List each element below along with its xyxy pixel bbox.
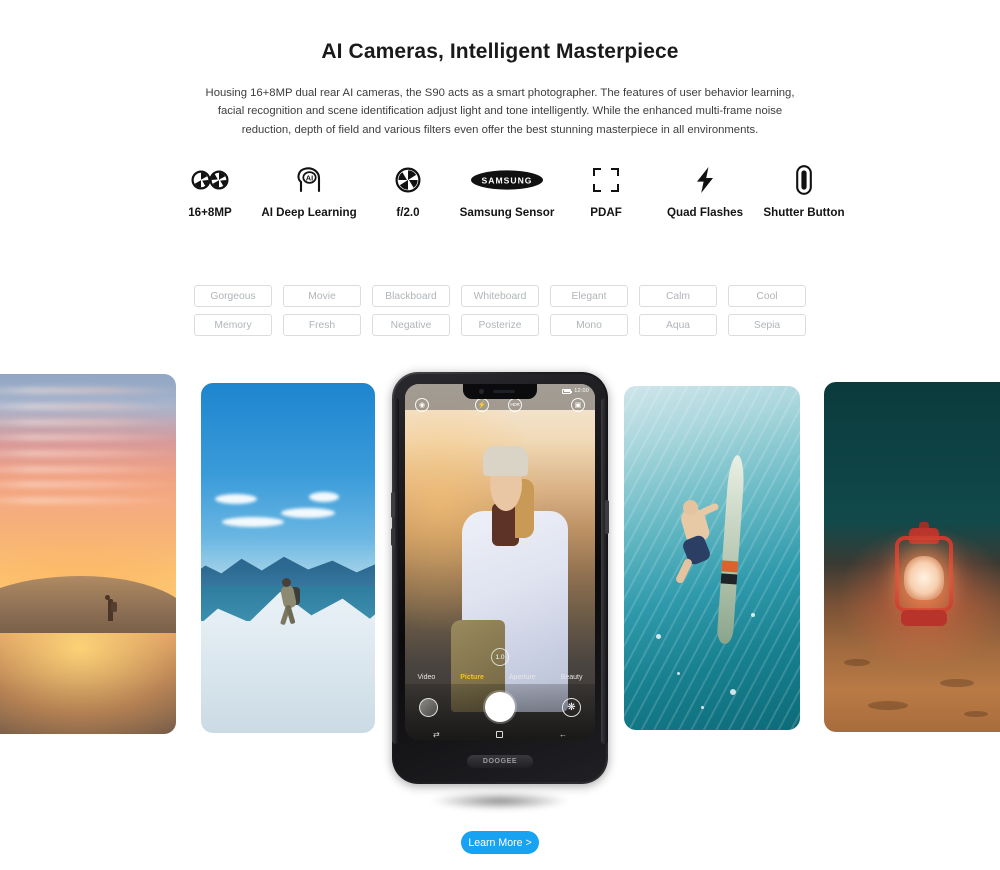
filter-chip-whiteboard[interactable]: Whiteboard — [461, 285, 539, 307]
zoom-level-badge[interactable]: 1.0 — [491, 648, 509, 666]
ai-head-icon: AI — [294, 158, 324, 202]
phone-drop-shadow — [411, 790, 589, 812]
svg-text:AI: AI — [306, 173, 313, 182]
android-nav-bar: ⇄ ← — [405, 726, 595, 740]
desert-sunset-photo[interactable] — [0, 374, 176, 734]
learn-more-button[interactable]: Learn More > — [461, 831, 539, 854]
feature-label: AI Deep Learning — [261, 206, 357, 219]
switch-camera-icon[interactable]: ▣ — [571, 398, 585, 412]
volume-down-button[interactable] — [391, 528, 395, 546]
camera-mode-selector: Video Picture Aperture Beauty — [405, 670, 595, 684]
flash-icon[interactable]: ⚡ — [475, 398, 489, 412]
feature-label: PDAF — [590, 206, 622, 219]
cloud-bands — [0, 374, 176, 597]
hdr-icon[interactable]: HDR — [508, 398, 522, 412]
mountain-hiker-photo[interactable] — [201, 383, 375, 733]
focus-brackets-icon — [592, 158, 620, 202]
underwater-scene — [624, 386, 800, 730]
promo-page: AI Cameras, Intelligent Masterpiece Hous… — [0, 0, 1000, 870]
underwater-surfer-photo[interactable] — [624, 386, 800, 730]
settings-icon[interactable]: ◉ — [415, 398, 429, 412]
status-time: 12:00 — [574, 388, 589, 394]
aperture-icon — [395, 158, 421, 202]
feature-label: Shutter Button — [763, 206, 845, 219]
feature-item-aperture: f/2.0 — [360, 158, 456, 221]
feature-item-samsung-sensor: SAMSUNG Samsung Sensor — [459, 158, 555, 221]
hiker-silhouette — [105, 594, 117, 621]
filter-chip-sepia[interactable]: Sepia — [728, 314, 806, 336]
feature-item-shutter-button: Shutter Button — [756, 158, 852, 221]
feature-item-quad-flashes: Quad Flashes — [657, 158, 753, 221]
feature-label: 16+8MP — [188, 206, 232, 219]
page-title: AI Cameras, Intelligent Masterpiece — [321, 40, 679, 63]
filter-chip-posterize[interactable]: Posterize — [461, 314, 539, 336]
filter-chip-calm[interactable]: Calm — [639, 285, 717, 307]
shutter-button-icon — [796, 158, 812, 202]
back-icon[interactable]: ← — [559, 730, 567, 739]
feature-label: Quad Flashes — [666, 206, 744, 219]
gallery-thumbnail-button[interactable] — [419, 698, 438, 717]
filter-toggle-button[interactable]: ❋ — [562, 698, 581, 717]
samsung-logo-icon: SAMSUNG — [470, 158, 544, 202]
night-sand-scene — [824, 382, 1000, 732]
feature-label: Samsung Sensor — [459, 206, 555, 219]
phone-chin: DOOGEE — [405, 744, 595, 778]
front-camera-icon — [479, 389, 484, 394]
feature-item-ai-deep-learning: AI AI Deep Learning — [261, 158, 357, 221]
earpiece-speaker-icon — [493, 390, 515, 393]
filter-chip-gorgeous[interactable]: Gorgeous — [194, 285, 272, 307]
phone-brand-logo: DOOGEE — [467, 754, 533, 768]
page-description: Housing 16+8MP dual rear AI cameras, the… — [205, 87, 795, 136]
bubbles — [624, 386, 800, 730]
status-bar: 12:00 — [562, 388, 589, 394]
lightning-bolt-icon — [694, 158, 716, 202]
feature-list: 16+8MP AI AI Deep Learning f/2.0 SAMSUNG… — [162, 158, 852, 221]
filter-chip-movie[interactable]: Movie — [283, 285, 361, 307]
dual-aperture-icon — [188, 158, 232, 202]
filter-chip-elegant[interactable]: Elegant — [550, 285, 628, 307]
feature-item-pdaf: PDAF — [558, 158, 654, 221]
mountain-scene — [201, 383, 375, 733]
filter-chip-memory[interactable]: Memory — [194, 314, 272, 336]
recents-icon[interactable]: ⇄ — [433, 730, 440, 739]
phone-mockup: 12:00 ◉ ⚡ HDR ▣ 1.0 Video Picture Apertu… — [391, 372, 609, 784]
phone-left-bumper — [392, 398, 399, 744]
camera-bottom-bar: ❋ ⇄ ← — [405, 684, 595, 740]
shutter-button[interactable] — [485, 692, 515, 722]
mode-video[interactable]: Video — [417, 674, 435, 681]
mode-beauty[interactable]: Beauty — [561, 674, 583, 681]
filter-chip-fresh[interactable]: Fresh — [283, 314, 361, 336]
mode-picture[interactable]: Picture — [460, 674, 484, 681]
screen-notch — [463, 384, 537, 399]
filter-chip-blackboard[interactable]: Blackboard — [372, 285, 450, 307]
home-icon[interactable] — [495, 730, 503, 738]
phone-right-bumper — [601, 398, 608, 744]
feature-item-16-8mp: 16+8MP — [162, 158, 258, 221]
svg-text:SAMSUNG: SAMSUNG — [482, 175, 533, 185]
phone-screen: 12:00 ◉ ⚡ HDR ▣ 1.0 Video Picture Apertu… — [405, 384, 595, 740]
red-lantern-photo[interactable] — [824, 382, 1000, 732]
filter-chip-mono[interactable]: Mono — [550, 314, 628, 336]
camera-icon-row: ◉ ⚡ HDR ▣ — [405, 397, 595, 413]
filter-chip-negative[interactable]: Negative — [372, 314, 450, 336]
sand-texture — [824, 592, 1000, 732]
filter-chip-grid: Gorgeous Movie Blackboard Whiteboard Ele… — [194, 285, 806, 336]
desert-sky — [0, 374, 176, 734]
mode-aperture[interactable]: Aperture — [509, 674, 536, 681]
power-button[interactable] — [605, 500, 609, 534]
volume-up-button[interactable] — [391, 492, 395, 518]
clouds — [201, 488, 375, 544]
filter-chip-aqua[interactable]: Aqua — [639, 314, 717, 336]
hiker-figure — [278, 576, 300, 628]
feature-label: f/2.0 — [396, 206, 420, 219]
filter-chip-cool[interactable]: Cool — [728, 285, 806, 307]
battery-icon — [562, 388, 573, 394]
